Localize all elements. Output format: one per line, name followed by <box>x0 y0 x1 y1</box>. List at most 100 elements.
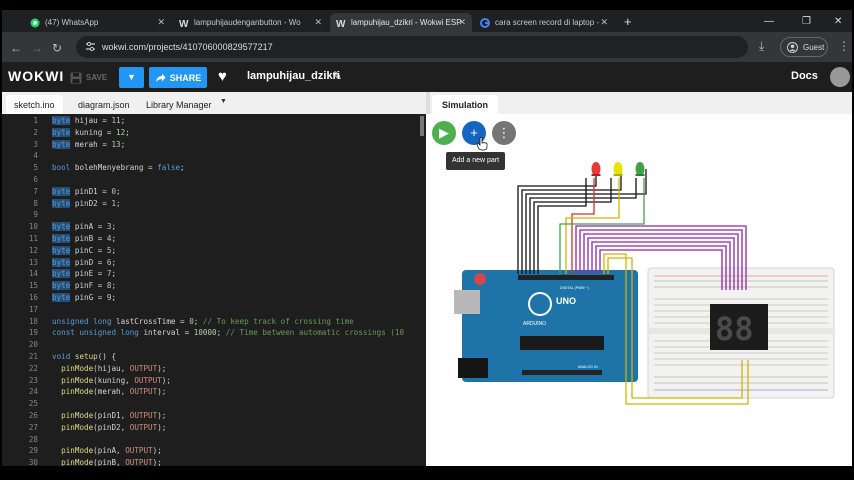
add-part-tooltip: Add a new part <box>446 152 506 170</box>
minimize-icon[interactable]: — <box>764 16 774 27</box>
code-line: 15 byte pinF = 8; <box>2 281 426 293</box>
arduino-uno-board[interactable]: UNO ARDUINO DIGITAL (PWM ~) ANALOG IN <box>454 270 638 382</box>
line-number: 25 <box>28 399 38 409</box>
usb-port <box>454 290 480 314</box>
url-text: wokwi.com/projects/410706000829577217 <box>102 42 273 52</box>
code-text: pinMode(hijau, OUTPUT); <box>61 363 167 373</box>
led-yellow[interactable] <box>613 162 623 176</box>
new-tab-icon[interactable]: + <box>624 14 632 29</box>
line-number: 8 <box>33 198 38 208</box>
edit-name-pencil-icon[interactable]: ✎ <box>332 69 342 83</box>
like-heart-icon[interactable]: ♥ <box>218 68 227 85</box>
close-tab-icon[interactable]: ✕ <box>458 17 466 28</box>
line-number: 19 <box>28 328 38 338</box>
line-number: 28 <box>28 434 38 444</box>
browser-tab-lampuhijaudenganbutton[interactable]: W lampuhijaudenganbutton - Wo ✕ <box>173 13 328 32</box>
line-number: 1 <box>33 116 38 125</box>
site-info-icon[interactable] <box>85 41 96 52</box>
line-number: 15 <box>28 281 38 291</box>
code-text: pinMode(pinB, OUTPUT); <box>61 458 162 466</box>
code-text: byte pinE = 7; <box>52 269 117 279</box>
forward-icon[interactable]: → <box>31 41 43 55</box>
back-icon[interactable]: ← <box>10 41 22 55</box>
wokwi-logo[interactable]: WOKWI <box>8 68 64 84</box>
svg-text:88: 88 <box>715 310 754 348</box>
code-text: byte kuning = 12; <box>52 127 130 137</box>
reset-button-icon <box>474 273 486 285</box>
board-brand-label: ARDUINO <box>523 321 546 327</box>
close-window-icon[interactable]: ✕ <box>834 16 842 27</box>
code-line: 19 const unsigned long interval = 10000; … <box>2 328 426 340</box>
close-tab-icon[interactable]: ✕ <box>157 17 165 28</box>
led-red[interactable] <box>591 162 601 176</box>
save-options-dropdown[interactable]: ▼ <box>119 67 144 88</box>
browser-tab-whatsapp[interactable]: (47) WhatsApp ✕ <box>24 13 171 32</box>
code-text: void setup() { <box>52 352 117 361</box>
code-text: pinMode(kuning, OUTPUT); <box>61 375 171 385</box>
seven-segment-display[interactable]: 88 <box>710 304 768 350</box>
profile-icon <box>787 42 798 53</box>
chevron-down-icon: ▼ <box>127 72 136 82</box>
board-digital-label: DIGITAL (PWM ~) <box>560 286 589 290</box>
code-editor[interactable]: 1 byte hijau = 11; 2 byte kuning = 12; 3 byte… <box>2 114 426 466</box>
browser-toolbar: ← → ↻ wokwi.com/projects/410706000829577… <box>2 32 852 62</box>
code-text: byte pinA = 3; <box>52 222 117 232</box>
code-line: 2 byte kuning = 12; <box>2 127 426 140</box>
code-line: 24 pinMode(merah, OUTPUT); <box>2 387 426 399</box>
browser-tab-strip: (47) WhatsApp ✕ W lampuhijaudenganbutton… <box>2 10 852 32</box>
vertical-dots-icon: ⋮ <box>497 125 511 140</box>
profile-button[interactable]: Guest <box>780 37 828 57</box>
google-icon <box>480 17 490 28</box>
code-text: pinMode(pinD2, OUTPUT); <box>61 422 167 432</box>
browser-menu-icon[interactable]: ⋮ <box>838 39 850 53</box>
code-text: byte pinF = 8; <box>52 281 117 291</box>
line-number: 18 <box>28 316 38 326</box>
code-line: 21 void setup() { <box>2 352 426 364</box>
code-text: byte pinD2 = 1; <box>52 198 121 208</box>
code-line: 8 byte pinD2 = 1; <box>2 198 426 211</box>
start-simulation-button[interactable]: ▶ <box>432 121 456 145</box>
project-name[interactable]: lampuhijau_dzikri <box>247 70 340 82</box>
floppy-icon <box>70 72 82 83</box>
app-header: WOKWI SAVE ▼ SHARE ♥ lampuhijau_dzikri ✎… <box>2 62 852 92</box>
close-tab-icon[interactable]: ✕ <box>600 17 608 28</box>
save-button[interactable]: SAVE <box>70 68 116 87</box>
led-green[interactable] <box>635 162 645 176</box>
code-line: 28 <box>2 435 426 447</box>
line-number: 9 <box>33 210 38 220</box>
power-jack <box>458 358 488 378</box>
address-bar[interactable]: wokwi.com/projects/410706000829577217 <box>76 36 748 58</box>
code-line: 4 <box>2 151 426 163</box>
more-options-button[interactable]: ⋮ <box>492 121 516 145</box>
line-number: 4 <box>33 151 38 161</box>
whatsapp-icon <box>30 18 40 27</box>
download-icon[interactable]: ⤓ <box>759 39 764 54</box>
digital-header <box>518 275 614 280</box>
code-line: 20 <box>2 340 426 352</box>
share-button[interactable]: SHARE <box>149 67 207 88</box>
tab-diagram-json[interactable]: diagram.json <box>70 95 138 114</box>
line-number: 7 <box>33 186 38 196</box>
code-text: byte pinD = 6; <box>52 257 117 267</box>
browser-tab-lampuhijau-dzikri[interactable]: W lampuhijau_dzikri - Wokwi ESP ✕ <box>330 13 472 32</box>
line-number: 14 <box>28 269 38 279</box>
line-number: 6 <box>33 175 38 184</box>
tab-sketch-ino[interactable]: sketch.ino <box>6 95 63 114</box>
user-avatar[interactable] <box>830 67 850 87</box>
line-number: 10 <box>28 222 38 232</box>
browser-tab-screen-record[interactable]: cara screen record di laptop - ✕ <box>474 13 614 32</box>
line-number: 2 <box>33 127 38 137</box>
hand-cursor-icon <box>476 137 488 151</box>
close-tab-icon[interactable]: ✕ <box>314 17 322 28</box>
more-tabs-chevron-icon[interactable]: ▼ <box>220 98 227 105</box>
code-line: 29 pinMode(pinA, OUTPUT); <box>2 446 426 458</box>
docs-link[interactable]: Docs <box>791 70 818 82</box>
tab-simulation[interactable]: Simulation <box>432 95 499 114</box>
line-number: 29 <box>28 446 38 456</box>
maximize-icon[interactable]: ❐ <box>802 16 811 27</box>
reload-icon[interactable]: ↻ <box>52 41 62 55</box>
code-line: 25 <box>2 399 426 411</box>
tab-library-manager[interactable]: Library Manager <box>138 95 220 114</box>
code-text: unsigned long lastCrossTime = 0; // To k… <box>52 316 354 326</box>
code-line: 16 byte pinG = 9; <box>2 293 426 305</box>
